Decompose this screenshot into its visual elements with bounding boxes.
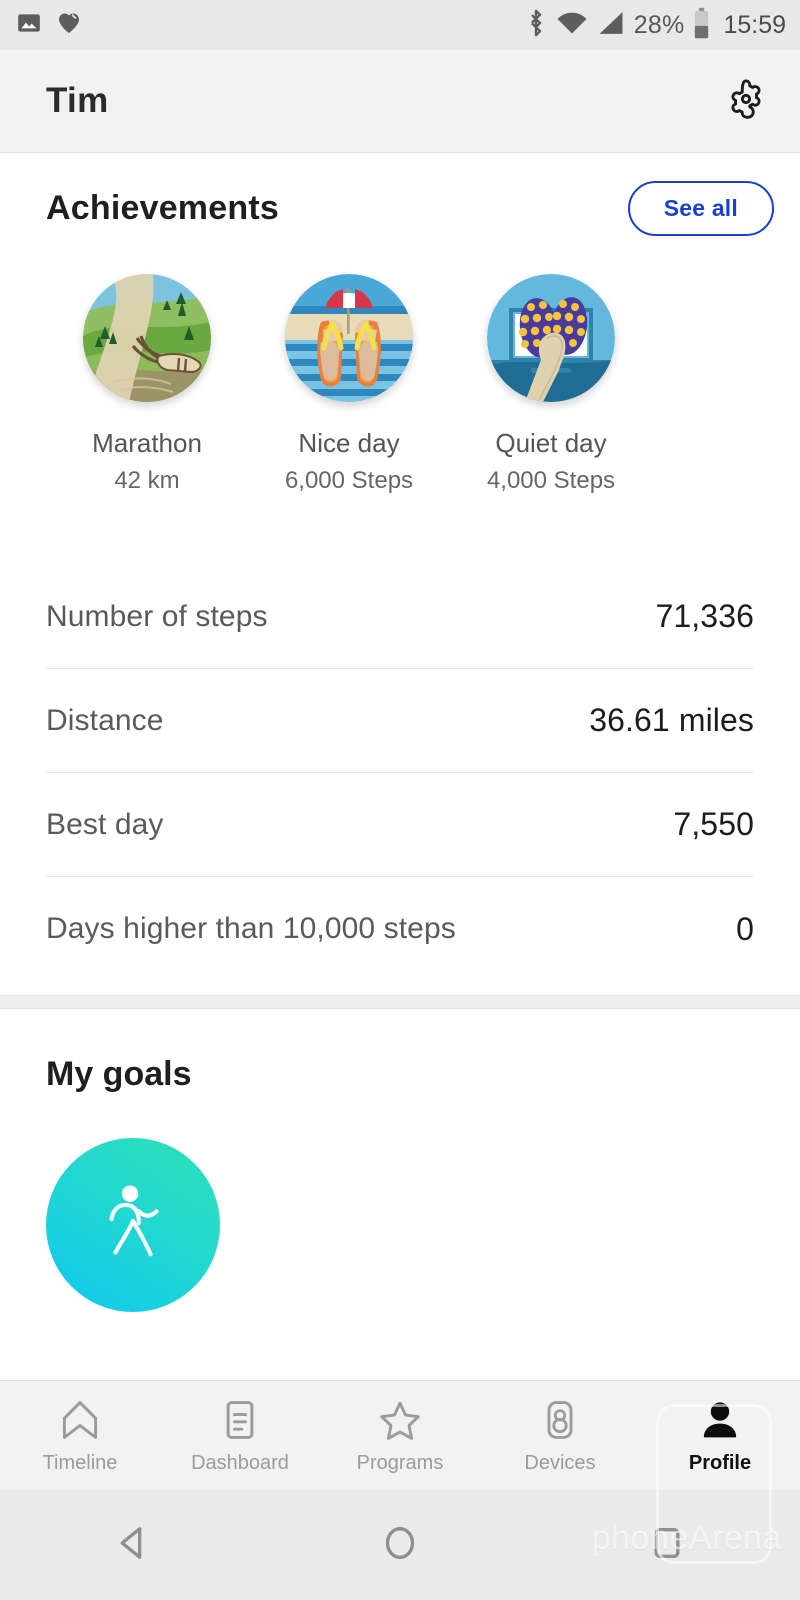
gear-icon — [723, 76, 769, 127]
tab-dashboard[interactable]: Dashboard — [160, 1381, 320, 1490]
stat-value: 71,336 — [655, 598, 754, 634]
tab-label: Dashboard — [191, 1451, 289, 1474]
list-card-icon — [219, 1397, 261, 1443]
stat-label: Best day — [46, 807, 164, 841]
achievement-item[interactable]: Nice day 6,000 Steps — [248, 274, 450, 495]
scroll-content: Achievements See all Marathon 42 km Nice… — [0, 153, 800, 1380]
achievement-name: Nice day — [298, 428, 400, 458]
stats-list: Number of steps 71,336 Distance 36.61 mi… — [46, 565, 754, 981]
achievement-sub: 42 km — [114, 467, 180, 494]
marathon-badge-art — [83, 274, 211, 402]
settings-button[interactable] — [718, 73, 774, 129]
star-icon — [378, 1397, 422, 1443]
phone-screen: 28% 15:59 Tim Achievements See all Marat… — [0, 0, 800, 1600]
home-button[interactable] — [355, 1500, 445, 1590]
status-bar: 28% 15:59 — [0, 0, 800, 50]
stat-row[interactable]: Days higher than 10,000 steps 0 — [46, 877, 754, 981]
stat-value: 7,550 — [673, 806, 754, 842]
bookmark-icon — [59, 1397, 101, 1443]
tab-programs[interactable]: Programs — [320, 1381, 480, 1490]
tab-label: Devices — [524, 1451, 596, 1474]
walking-person-icon — [95, 1180, 171, 1271]
status-bar-right-icons: 28% 15:59 — [525, 7, 786, 44]
app-header: Tim — [0, 50, 800, 153]
goals-list — [46, 1138, 754, 1312]
tab-timeline[interactable]: Timeline — [0, 1381, 160, 1490]
bottom-tab-bar: Timeline Dashboard Programs Devices Prof… — [0, 1380, 800, 1490]
stat-label: Days higher than 10,000 steps — [46, 912, 456, 945]
goals-section: My goals — [0, 1009, 800, 1312]
stat-label: Distance — [46, 703, 164, 737]
achievement-sub: 4,000 Steps — [486, 467, 616, 494]
achievements-title: Achievements — [46, 189, 279, 227]
goal-item-steps[interactable] — [46, 1138, 220, 1312]
stat-value: 0 — [736, 910, 754, 947]
android-nav-bar: phoneArena — [0, 1404, 800, 1600]
achievements-header: Achievements See all — [0, 153, 800, 236]
stat-label: Number of steps — [46, 599, 268, 633]
tab-profile[interactable]: Profile — [640, 1381, 800, 1490]
watch-icon — [539, 1397, 581, 1443]
person-icon — [698, 1397, 742, 1443]
tab-label: Programs — [356, 1451, 444, 1474]
achievement-sub: 6,000 Steps — [284, 467, 414, 494]
status-bar-clock: 15:59 — [723, 10, 786, 39]
battery-icon — [693, 7, 710, 44]
quiet-day-badge-art — [487, 274, 615, 402]
achievement-name: Quiet day — [495, 428, 607, 458]
page-title: Tim — [46, 81, 109, 120]
see-all-button[interactable]: See all — [627, 181, 774, 236]
bluetooth-icon — [525, 8, 547, 43]
goals-title: My goals — [46, 1055, 192, 1093]
battery-percent-label: 28% — [633, 10, 685, 39]
achievements-list: Marathon 42 km Nice day 6,000 Steps Quie… — [46, 236, 800, 495]
status-bar-left-icons — [16, 10, 82, 41]
achievement-item[interactable]: Quiet day 4,000 Steps — [450, 274, 652, 495]
cellular-signal-icon — [597, 10, 625, 41]
stat-row[interactable]: Number of steps 71,336 — [46, 565, 754, 669]
home-circle-icon — [380, 1523, 420, 1568]
section-divider — [0, 995, 800, 1009]
tab-devices[interactable]: Devices — [480, 1381, 640, 1490]
tab-label: Profile — [688, 1451, 752, 1474]
stat-value: 36.61 miles — [589, 702, 754, 738]
recents-button[interactable] — [622, 1500, 712, 1590]
back-triangle-icon — [113, 1523, 153, 1568]
heart-health-icon — [56, 10, 82, 41]
recents-square-icon — [647, 1523, 687, 1568]
achievement-item[interactable]: Marathon 42 km — [46, 274, 248, 495]
back-button[interactable] — [88, 1500, 178, 1590]
stat-row[interactable]: Best day 7,550 — [46, 773, 754, 877]
stat-row[interactable]: Distance 36.61 miles — [46, 669, 754, 773]
wifi-icon — [556, 10, 588, 41]
achievement-name: Marathon — [92, 428, 202, 458]
nice-day-badge-art — [285, 274, 413, 402]
tab-label: Timeline — [42, 1451, 118, 1474]
image-icon — [16, 10, 42, 41]
